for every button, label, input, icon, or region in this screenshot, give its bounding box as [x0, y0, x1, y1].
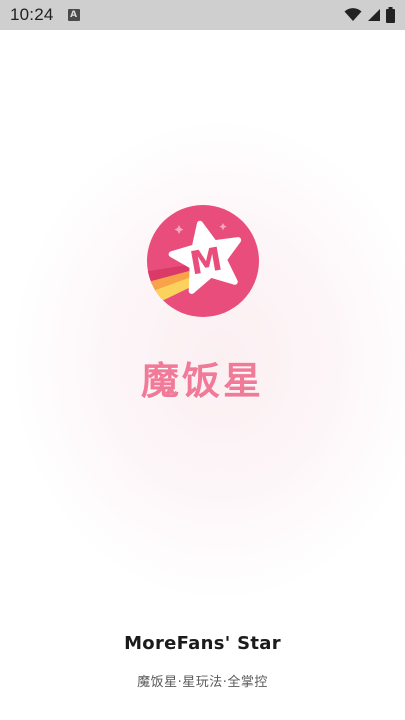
- app-logo: M: [147, 205, 259, 317]
- app-name: 魔饭星: [140, 359, 264, 403]
- signal-icon: [368, 9, 380, 21]
- splash-screen: M 魔饭星 MoreFans' Star 魔饭星·星玩法·全掌控: [0, 30, 405, 720]
- logo-letter: M: [187, 239, 225, 283]
- battery-icon: [386, 7, 395, 23]
- brand-english-name: MoreFans' Star: [124, 633, 281, 654]
- wifi-icon: [344, 8, 362, 21]
- status-bar: 10:24 A: [0, 0, 405, 30]
- status-time: 10:24: [10, 5, 54, 24]
- status-icons: [344, 7, 395, 23]
- notification-a-icon: A: [67, 9, 80, 21]
- tagline: 魔饭星·星玩法·全掌控: [137, 675, 268, 690]
